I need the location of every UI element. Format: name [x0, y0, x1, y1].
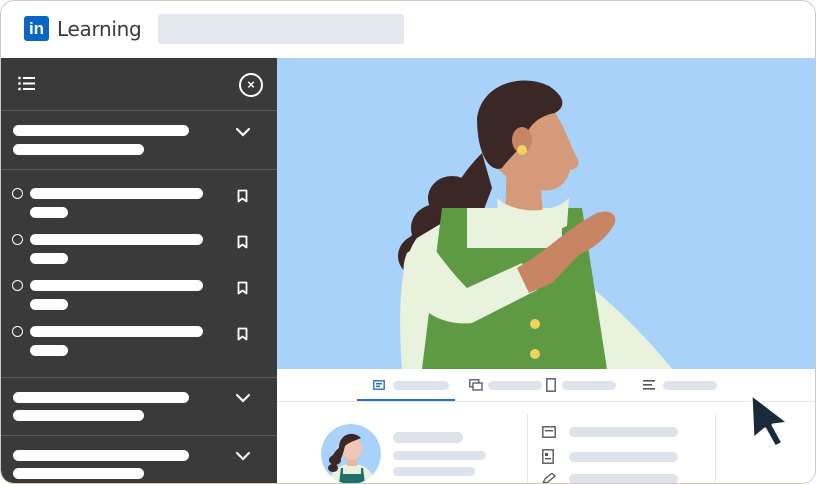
bookmark-icon[interactable]	[237, 235, 248, 249]
item-duration-placeholder	[30, 207, 68, 218]
edit-icon	[542, 473, 556, 483]
chapter-subtitle-placeholder	[13, 410, 144, 421]
tab-label-placeholder	[562, 381, 616, 390]
certificate-icon	[542, 426, 556, 438]
detail-placeholder	[569, 452, 678, 462]
tab-label-placeholder	[488, 381, 542, 390]
item-duration-placeholder	[30, 253, 68, 264]
chapter-section-2[interactable]	[1, 378, 277, 436]
item-title-placeholder	[30, 280, 203, 291]
divider	[527, 414, 528, 483]
chevron-down-icon[interactable]	[235, 450, 251, 462]
instructor-title-placeholder	[393, 451, 486, 460]
close-sidebar-button[interactable]: ×	[239, 73, 263, 97]
progress-circle-icon	[12, 326, 23, 337]
linkedin-learning-logo[interactable]: in Learning	[24, 16, 142, 41]
bookmark-icon[interactable]	[237, 327, 248, 341]
notebook-icon	[546, 378, 556, 392]
detail-placeholder	[569, 427, 678, 437]
chapter-section-3[interactable]	[1, 436, 277, 483]
item-title-placeholder	[30, 234, 203, 245]
woman-illustration	[398, 80, 672, 369]
detail-placeholder	[569, 474, 678, 483]
item-title-placeholder	[30, 188, 203, 199]
chapter-title-placeholder	[13, 125, 189, 136]
course-details	[277, 402, 815, 484]
divider	[715, 414, 716, 483]
progress-circle-icon	[12, 280, 23, 291]
chapter-section-1[interactable]	[1, 111, 277, 170]
instructor-meta-placeholder	[393, 467, 475, 476]
chapter-items	[1, 170, 277, 378]
transcript-icon	[643, 380, 655, 390]
linkedin-logo-mark: in	[24, 16, 49, 41]
tab-label-placeholder	[393, 381, 449, 390]
list-icon[interactable]	[18, 76, 36, 91]
tab-label-placeholder	[663, 381, 717, 390]
progress-circle-icon	[12, 188, 23, 199]
instructor-avatar[interactable]	[321, 424, 381, 484]
chevron-down-icon[interactable]	[235, 126, 251, 138]
item-title-placeholder	[30, 326, 203, 337]
item-duration-placeholder	[30, 299, 68, 310]
brand-name: Learning	[57, 16, 142, 41]
active-tab-indicator	[357, 399, 455, 401]
mouse-cursor-icon	[749, 392, 791, 449]
course-contents-sidebar: ×	[1, 58, 277, 483]
top-header: in Learning	[1, 1, 815, 58]
overview-icon	[373, 380, 385, 390]
progress-circle-icon	[12, 234, 23, 245]
item-duration-placeholder	[30, 345, 68, 356]
chapter-title-placeholder	[13, 450, 189, 461]
chapter-subtitle-placeholder	[13, 144, 144, 155]
bookmark-icon[interactable]	[237, 281, 248, 295]
course-tabs	[277, 369, 815, 402]
chapter-subtitle-placeholder	[13, 468, 144, 479]
video-player[interactable]	[277, 58, 815, 369]
bookmark-icon[interactable]	[237, 189, 248, 203]
chapter-title-placeholder	[13, 392, 189, 403]
instructor-name-placeholder	[393, 432, 463, 443]
document-icon	[542, 449, 554, 464]
app-window: in Learning ×	[0, 0, 816, 484]
search-input[interactable]	[158, 14, 404, 44]
qa-icon	[469, 379, 483, 391]
chevron-down-icon[interactable]	[235, 392, 251, 404]
sidebar-toolbar: ×	[1, 58, 277, 111]
